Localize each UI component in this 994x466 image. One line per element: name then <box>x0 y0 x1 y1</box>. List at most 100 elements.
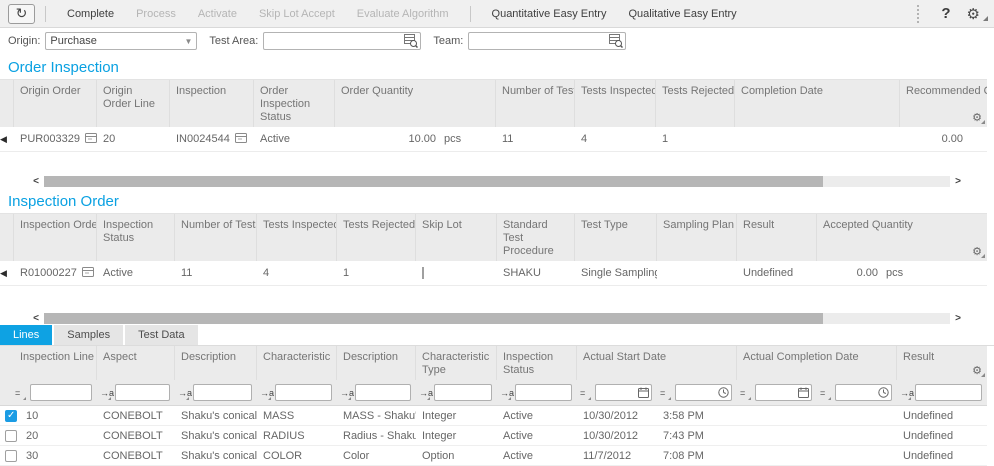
inspection-order-row[interactable]: ◀ R01000227 Active 11 4 1 SHAKU Single S… <box>0 261 987 286</box>
column-header-inspection-line[interactable]: Inspection Line <box>0 346 97 380</box>
lines-filter-row: = →a →a →a →a →a →a = <box>0 380 987 406</box>
test-area-input[interactable] <box>263 32 421 50</box>
filter-operator-icon[interactable]: →a <box>900 388 915 398</box>
refresh-button[interactable]: ↻ <box>8 4 35 24</box>
column-header-number-of-tests[interactable]: Number of Tests <box>175 214 257 261</box>
column-header-origin-order-line[interactable]: Origin Order Line <box>97 80 170 127</box>
column-header-result[interactable]: Result <box>737 214 817 261</box>
quantitative-easy-entry-button[interactable]: Quantitative Easy Entry <box>481 8 618 20</box>
row-select-checkbox[interactable] <box>5 430 17 442</box>
filter-operator-icon[interactable]: →a <box>419 388 434 398</box>
column-header-test-type[interactable]: Test Type <box>575 214 657 261</box>
filter-operator-icon[interactable]: = <box>15 388 30 398</box>
value-help-icon[interactable] <box>609 34 623 51</box>
column-header-tests-inspected[interactable]: Tests Inspected <box>575 80 656 127</box>
order-inspection-row[interactable]: ◀ PUR003329 20 IN0024544 Active 10.00 pc… <box>0 127 987 152</box>
filter-input-inspection-line[interactable] <box>30 384 92 401</box>
filter-operator-icon[interactable]: = <box>660 388 675 398</box>
column-header-sampling-plan[interactable]: Sampling Plan <box>657 214 737 261</box>
row-select-checkbox[interactable] <box>5 450 17 462</box>
column-header-recommended-q[interactable]: Recommended Q ⚙ <box>900 80 987 127</box>
column-header-order-quantity[interactable]: Order Quantity <box>335 80 496 127</box>
scrollbar-thumb[interactable] <box>44 313 823 324</box>
description-cell: Shaku's conical bolt <box>175 450 257 462</box>
column-header-skip-lot[interactable]: Skip Lot <box>416 214 497 261</box>
filter-input-aspect[interactable] <box>115 384 170 401</box>
column-header-characteristic-type[interactable]: Characteristic Type <box>416 346 497 380</box>
scroll-right-icon[interactable]: > <box>950 175 966 188</box>
line-row[interactable]: 30 CONEBOLT Shaku's conical bolt COLOR C… <box>0 446 987 466</box>
help-button[interactable]: ? <box>931 5 960 22</box>
column-header-tests-rejected[interactable]: Tests Rejected <box>337 214 416 261</box>
column-header-actual-completion-date[interactable]: Actual Completion Date <box>737 346 897 380</box>
tab-lines[interactable]: Lines <box>0 325 52 345</box>
skip-lot-checkbox[interactable] <box>422 267 424 279</box>
team-input[interactable] <box>468 32 626 50</box>
calendar-icon[interactable] <box>798 387 809 398</box>
scroll-left-icon[interactable]: < <box>28 175 44 188</box>
start-date-cell: 10/30/2012 <box>577 430 657 442</box>
scroll-right-icon[interactable]: > <box>950 312 966 325</box>
marker-column-header <box>0 80 14 127</box>
column-header-actual-start-date[interactable]: Actual Start Date <box>577 346 737 380</box>
column-header-order-inspection-status[interactable]: Order Inspection Status <box>254 80 335 127</box>
inspection-status-cell: Active <box>497 450 577 462</box>
column-header-number-of-tests[interactable]: Number of Tests <box>496 80 575 127</box>
row-select-checkbox[interactable] <box>5 410 17 422</box>
column-header-standard-test-procedure[interactable]: Standard Test Procedure <box>497 214 575 261</box>
column-header-inspection-status[interactable]: Inspection Status <box>97 214 175 261</box>
table-settings-gear-icon[interactable]: ⚙ <box>972 365 982 378</box>
filter-operator-icon[interactable]: →a <box>260 388 275 398</box>
tests-rejected-cell: 1 <box>337 267 416 279</box>
tab-samples[interactable]: Samples <box>54 325 123 345</box>
column-header-inspection[interactable]: Inspection <box>170 80 254 127</box>
table-settings-gear-icon[interactable]: ⚙ <box>972 112 982 125</box>
scrollbar-track[interactable] <box>44 176 950 187</box>
quick-details-icon[interactable] <box>235 132 248 147</box>
complete-button[interactable]: Complete <box>56 8 125 20</box>
clock-icon[interactable] <box>878 387 889 398</box>
filter-operator-icon[interactable]: →a <box>178 388 193 398</box>
column-header-origin-order[interactable]: Origin Order <box>14 80 97 127</box>
line-row[interactable]: 10 CONEBOLT Shaku's conical bolt MASS MA… <box>0 406 987 426</box>
column-header-completion-date[interactable]: Completion Date <box>735 80 900 127</box>
filter-input-description[interactable] <box>193 384 252 401</box>
filter-input-description-2[interactable] <box>355 384 411 401</box>
filter-input-result[interactable] <box>915 384 982 401</box>
column-header-accepted-quantity[interactable]: Accepted Quantity ⚙ <box>817 214 987 261</box>
line-row[interactable]: 20 CONEBOLT Shaku's conical bolt RADIUS … <box>0 426 987 446</box>
scroll-left-icon[interactable]: < <box>28 312 44 325</box>
filter-input-inspection-status[interactable] <box>515 384 572 401</box>
quick-details-icon[interactable] <box>85 132 97 147</box>
tab-test-data[interactable]: Test Data <box>125 325 197 345</box>
filter-operator-icon[interactable]: →a <box>100 388 115 398</box>
column-header-tests-inspected[interactable]: Tests Inspected <box>257 214 337 261</box>
column-header-description[interactable]: Description <box>175 346 257 380</box>
table-settings-gear-icon[interactable]: ⚙ <box>972 246 982 259</box>
column-header-result[interactable]: Result ⚙ <box>897 346 987 380</box>
column-header-characteristic[interactable]: Characteristic <box>257 346 337 380</box>
column-header-description-2[interactable]: Description <box>337 346 416 380</box>
calendar-icon[interactable] <box>638 387 649 398</box>
filter-operator-icon[interactable]: →a <box>340 388 355 398</box>
column-header-aspect[interactable]: Aspect <box>97 346 175 380</box>
qualitative-easy-entry-button[interactable]: Qualitative Easy Entry <box>617 8 747 20</box>
filter-operator-icon[interactable]: →a <box>500 388 515 398</box>
filter-operator-icon[interactable]: = <box>740 388 755 398</box>
filter-input-characteristic-type[interactable] <box>434 384 492 401</box>
clock-icon[interactable] <box>718 387 729 398</box>
filter-operator-icon[interactable]: = <box>580 388 595 398</box>
result-cell: Undefined <box>897 450 987 462</box>
origin-select[interactable]: Purchase ▼ <box>45 32 197 50</box>
scrollbar-track[interactable] <box>44 313 950 324</box>
filter-input-characteristic[interactable] <box>275 384 332 401</box>
settings-gear-button[interactable]: ⚙ <box>961 5 986 23</box>
scrollbar-thumb[interactable] <box>44 176 823 187</box>
value-help-icon[interactable] <box>404 34 418 51</box>
column-header-tests-rejected[interactable]: Tests Rejected <box>656 80 735 127</box>
inspection-order-table: Inspection Order Inspection Status Numbe… <box>0 213 987 286</box>
quick-details-icon[interactable] <box>82 266 95 281</box>
filter-operator-icon[interactable]: = <box>820 388 835 398</box>
column-header-inspection-order[interactable]: Inspection Order <box>14 214 97 261</box>
column-header-inspection-status[interactable]: Inspection Status <box>497 346 577 380</box>
